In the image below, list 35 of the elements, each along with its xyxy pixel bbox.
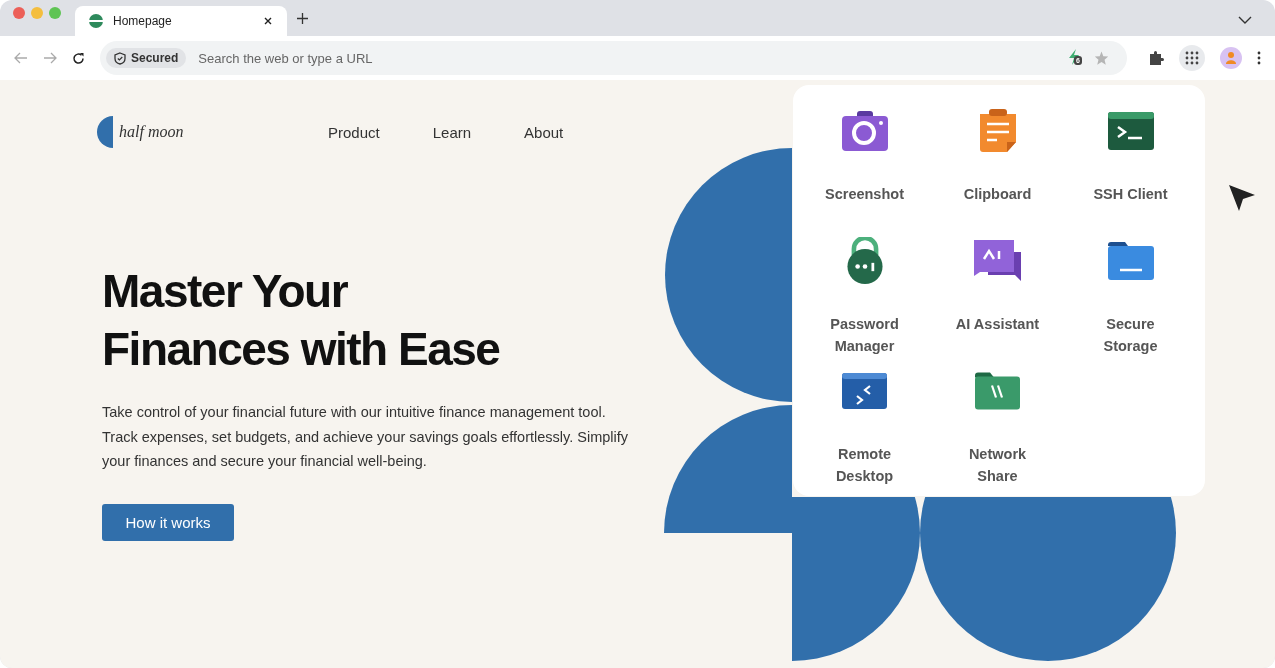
app-label[interactable]: Remote Desktop bbox=[835, 443, 894, 487]
half-moon-logo-icon bbox=[97, 116, 115, 148]
nav-link[interactable]: Product bbox=[328, 123, 380, 141]
nav-link[interactable]: Learn bbox=[432, 123, 472, 141]
bookmark-star-icon[interactable] bbox=[1094, 51, 1109, 65]
browser-tab[interactable]: Homepage bbox=[75, 6, 287, 36]
reload-icon[interactable] bbox=[72, 51, 85, 65]
grid-icon bbox=[1184, 50, 1200, 66]
extensions-puzzle-icon[interactable] bbox=[1148, 50, 1164, 66]
app-label[interactable]: Network Share bbox=[968, 443, 1027, 487]
close-window-button[interactable] bbox=[13, 7, 25, 19]
logo-text[interactable]: half moon bbox=[119, 123, 184, 141]
apps-grid-button[interactable] bbox=[1179, 45, 1205, 71]
new-tab-icon[interactable] bbox=[297, 13, 308, 24]
app-label[interactable]: Password Manager bbox=[830, 313, 899, 357]
app-label[interactable]: Secure Storage bbox=[1103, 313, 1158, 357]
padlock-icon[interactable] bbox=[845, 237, 884, 285]
hero-title: Master Your Finances with Ease bbox=[102, 264, 500, 377]
url-input[interactable]: Search the web or type a URL bbox=[194, 50, 1060, 66]
tab-list-chevron-icon[interactable] bbox=[1238, 16, 1252, 24]
how-it-works-button[interactable]: How it works bbox=[102, 503, 234, 541]
nav-link[interactable]: About bbox=[524, 123, 564, 141]
app-label[interactable]: Screenshot bbox=[825, 183, 904, 205]
shield-icon bbox=[114, 51, 126, 65]
clipboard-icon[interactable] bbox=[978, 107, 1017, 155]
security-label: Secured bbox=[131, 51, 179, 65]
hero-text: Take control of your financial future with our intuitive finance management tool. Track expenses, set budgets, and achieve your savings goals effortlessly. Simplify your finances and secure your financial well-being. bbox=[102, 403, 630, 471]
favicon-icon bbox=[89, 14, 103, 28]
security-chip[interactable]: Secured bbox=[106, 48, 187, 68]
cursor-arrow-icon bbox=[1228, 184, 1256, 212]
close-tab-icon[interactable] bbox=[263, 16, 273, 26]
app-label[interactable]: AI Assistant bbox=[955, 313, 1040, 335]
menu-dots-icon[interactable] bbox=[1257, 51, 1261, 65]
app-label[interactable]: SSH Client bbox=[1093, 183, 1168, 205]
app-label[interactable]: Clipboard bbox=[963, 183, 1032, 205]
